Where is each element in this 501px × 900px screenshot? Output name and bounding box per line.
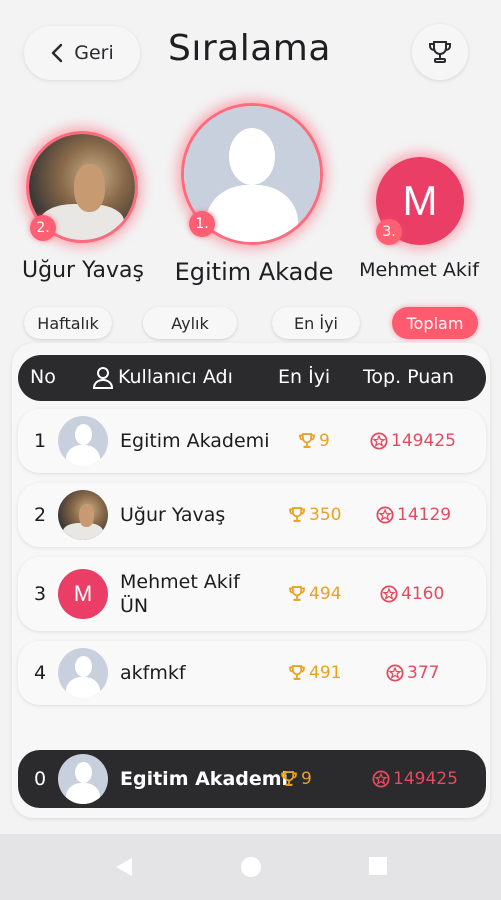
row-name: akfmkf [120, 662, 186, 684]
row-name-line1: Mehmet Akif [120, 571, 240, 593]
trophy-button[interactable] [412, 24, 468, 80]
star-badge-icon [380, 585, 398, 603]
row-best-value: 9 [319, 431, 330, 451]
row-rank: 4 [34, 662, 47, 684]
trophy-icon [289, 507, 305, 522]
user-placeholder-icon [58, 754, 108, 804]
row-total-value: 377 [407, 663, 440, 683]
row-avatar [58, 754, 108, 804]
current-user-row[interactable]: 0 Egitim Akademi 9 149425 [18, 750, 486, 808]
table-row[interactable]: 4 akfmkf 491 377 [18, 641, 486, 705]
user-icon [92, 367, 114, 389]
row-total: 377 [386, 663, 439, 683]
tab-weekly[interactable]: Haftalık [24, 307, 112, 339]
trophy-icon [281, 771, 297, 786]
podium-rank-badge-2: 2. [30, 215, 56, 241]
row-name: Uğur Yavaş [120, 504, 226, 526]
star-badge-icon [372, 770, 390, 788]
tab-best[interactable]: En İyi [272, 307, 360, 339]
star-badge-icon [376, 506, 394, 524]
row-total-value: 14129 [397, 505, 452, 525]
row-best-value: 9 [301, 769, 312, 789]
row-total: 14129 [376, 505, 451, 525]
letter-avatar: M [58, 569, 108, 619]
row-rank: 2 [34, 504, 47, 526]
row-total-value: 149425 [391, 431, 456, 451]
chevron-left-icon [52, 43, 63, 63]
user-photo [58, 490, 108, 540]
row-avatar [58, 648, 108, 698]
podium-rank-badge-3: 3. [376, 219, 402, 245]
user-placeholder-icon [58, 648, 108, 698]
table-row[interactable]: 1 Egitim Akademi 9 149425 [18, 409, 486, 473]
trophy-icon [289, 665, 305, 680]
row-avatar [58, 416, 108, 466]
row-best: 491 [288, 663, 341, 683]
row-best-value: 494 [309, 584, 342, 604]
row-best: 350 [288, 505, 341, 525]
row-total-value: 4160 [401, 584, 445, 604]
row-total: 4160 [380, 584, 444, 604]
star-badge-icon [386, 664, 404, 682]
nav-home-icon[interactable] [240, 856, 262, 878]
column-no: No [30, 366, 56, 388]
trophy-icon [429, 41, 451, 63]
row-name: Mehmet Akif ÜN [120, 570, 240, 618]
trophy-icon [299, 433, 315, 448]
row-best-value: 350 [309, 505, 342, 525]
row-best: 9 [298, 431, 330, 451]
table-row[interactable]: 2 Uğur Yavaş 350 14129 [18, 483, 486, 547]
row-avatar: M [58, 569, 108, 619]
podium-name-1: Egitim Akade [174, 258, 334, 286]
row-rank: 1 [34, 430, 47, 452]
nav-recents-icon[interactable] [368, 856, 388, 876]
row-total: 149425 [372, 769, 458, 789]
row-total-value: 149425 [393, 769, 458, 789]
row-name: Egitim Akademi [120, 430, 270, 452]
back-label: Geri [74, 42, 114, 64]
nav-back-icon[interactable] [114, 856, 134, 878]
table-header: No Kullanıcı Adı En İyi Top. Puan [18, 355, 486, 401]
table-row[interactable]: 3 M Mehmet Akif ÜN 494 4160 [18, 557, 486, 631]
row-avatar [58, 490, 108, 540]
tab-total[interactable]: Toplam [392, 307, 478, 339]
podium-rank-badge-1: 1. [189, 211, 215, 237]
row-name: Egitim Akademi [120, 768, 289, 790]
row-total: 149425 [370, 431, 456, 451]
user-placeholder-icon [58, 416, 108, 466]
column-best: En İyi [278, 366, 331, 388]
podium-name-2: Uğur Yavaş [22, 258, 144, 283]
back-button[interactable]: Geri [24, 26, 140, 80]
star-badge-icon [370, 432, 388, 450]
tab-monthly[interactable]: Aylık [143, 307, 237, 339]
row-best-value: 491 [309, 663, 342, 683]
column-username: Kullanıcı Adı [118, 366, 233, 388]
trophy-icon [289, 586, 305, 601]
system-nav-bar [0, 834, 501, 900]
row-best: 9 [280, 769, 312, 789]
page-title: Sıralama [168, 28, 331, 69]
row-rank: 3 [34, 583, 47, 605]
row-name-line2: ÜN [120, 595, 149, 617]
row-rank: 0 [34, 768, 47, 790]
column-total: Top. Puan [363, 366, 454, 388]
row-best: 494 [288, 584, 341, 604]
podium-name-3: Mehmet Akif [359, 259, 479, 281]
